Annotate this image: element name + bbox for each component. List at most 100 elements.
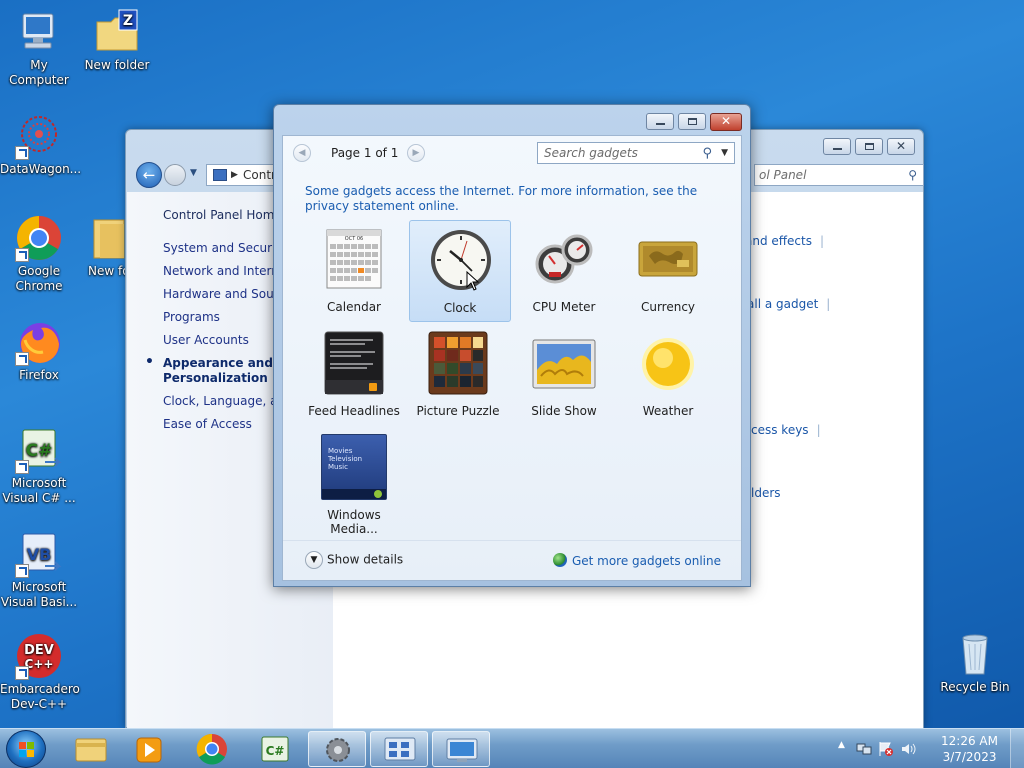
show-details-button[interactable]: ▼ Show details — [305, 551, 403, 569]
cp-link-folders[interactable]: lders — [751, 486, 781, 500]
cp-link-install-gadget[interactable]: all a gadget | — [747, 297, 830, 311]
computer-icon — [15, 8, 63, 56]
chevron-right-icon: ▶ — [412, 148, 420, 158]
shortcut-arrow-icon — [15, 460, 29, 474]
cp-search-input[interactable]: ol Panel ⚲ — [754, 164, 924, 186]
minimize-icon — [656, 123, 665, 125]
gadget-feed-headlines[interactable]: Feed Headlines — [303, 324, 405, 426]
weather-gadget-icon — [642, 338, 694, 390]
media-center-logo-icon — [374, 490, 382, 498]
datawagon-icon — [15, 112, 63, 160]
chrome-icon — [15, 214, 63, 262]
chrome-taskbar-button[interactable] — [183, 731, 241, 767]
search-icon: ⚲ — [908, 168, 917, 182]
gadget-cpu-meter[interactable]: CPU Meter — [513, 220, 615, 322]
gadget-calendar[interactable]: OCT 06 Calendar — [303, 220, 405, 322]
desktop-icon-label: Firefox — [19, 368, 59, 382]
gadgets-icon — [446, 738, 478, 762]
cp-close-button[interactable]: ✕ — [887, 138, 915, 155]
desktop-icon-visual-csharp[interactable]: C# Microsoft Visual C# ... — [0, 426, 78, 506]
gadget-label: CPU Meter — [532, 300, 596, 314]
explorer-taskbar-button[interactable] — [62, 731, 120, 767]
chevron-down-icon[interactable]: ▼ — [721, 143, 728, 163]
shortcut-arrow-icon — [15, 564, 29, 578]
devcpp-icon: DEV C++ — [15, 632, 63, 680]
action-center-flag-icon[interactable] — [878, 741, 894, 757]
folder-zip-icon: Z — [93, 8, 141, 56]
show-hidden-icons-icon[interactable]: ▲ — [838, 740, 854, 756]
cp-link-text: and effects — [745, 234, 812, 248]
gadget-currency[interactable]: Currency — [617, 220, 719, 322]
forward-button[interactable] — [164, 164, 186, 186]
gadget-search-input[interactable]: Search gadgets ⚲ ▼ — [537, 142, 735, 164]
gg-maximize-button[interactable] — [678, 113, 706, 130]
sidebar-item-appearance[interactable]: Appearance and Personalization — [145, 352, 273, 390]
desktop-icon-firefox[interactable]: Firefox — [0, 318, 78, 383]
gadget-label: Weather — [642, 404, 694, 418]
taskbar-clock[interactable]: 12:26 AM 3/7/2023 — [941, 733, 998, 765]
desktop-icon-label: New folder — [84, 58, 150, 72]
media-menu-item: Music — [328, 463, 348, 471]
next-page-button[interactable]: ▶ — [407, 144, 425, 162]
desktop-icon-label: My Computer — [9, 58, 69, 87]
gadget-weather[interactable]: Weather — [617, 324, 719, 426]
desktop-icon-new-folder[interactable]: Z New folder — [78, 8, 156, 73]
network-icon[interactable] — [856, 741, 872, 757]
gadgets-taskbar-button[interactable] — [432, 731, 490, 767]
svg-text:VB: VB — [27, 545, 52, 564]
page-indicator: Page 1 of 1 — [331, 146, 399, 160]
gg-close-button[interactable]: ✕ — [710, 113, 742, 131]
cp-link-text: lders — [751, 486, 781, 500]
start-button[interactable] — [6, 730, 46, 768]
cp-link-access-keys[interactable]: cess keys | — [751, 423, 821, 437]
desktop-icon-label: Google Chrome — [15, 264, 63, 293]
gadget-picture-puzzle[interactable]: Picture Puzzle — [407, 324, 509, 426]
csharp-icon: C# — [15, 426, 63, 474]
gg-title-buttons: ✕ — [646, 113, 742, 131]
calendar-gadget-icon: OCT 06 — [326, 229, 382, 289]
desktop-icon-recycle-bin[interactable]: Recycle Bin — [936, 630, 1014, 695]
vb-icon: VB — [15, 530, 63, 578]
maximize-icon — [865, 143, 874, 150]
volume-icon[interactable] — [900, 741, 916, 757]
gadget-gallery-body: ◀ Page 1 of 1 ▶ Search gadgets ⚲ ▼ Some … — [282, 135, 742, 581]
chevron-left-icon: ◀ — [298, 148, 306, 158]
desktop-icon-google-chrome[interactable]: Google Chrome — [0, 214, 78, 294]
internet-privacy-note[interactable]: Some gadgets access the Internet. For mo… — [305, 184, 715, 214]
cp-link-and-effects[interactable]: and effects | — [745, 234, 824, 248]
show-desktop-button[interactable] — [1010, 729, 1024, 768]
gadget-label: Slide Show — [531, 404, 597, 418]
gadget-label: Currency — [640, 300, 696, 314]
gg-minimize-button[interactable] — [646, 113, 674, 130]
cp-minimize-button[interactable] — [823, 138, 851, 155]
nav-history-dropdown-icon[interactable]: ▼ — [190, 168, 197, 178]
search-icon[interactable]: ⚲ — [702, 144, 712, 164]
firefox-icon — [15, 318, 63, 366]
control-panel-taskbar-button[interactable] — [370, 731, 428, 767]
gadget-label: Picture Puzzle — [416, 404, 500, 418]
get-more-gadgets-link[interactable]: Get more gadgets online — [552, 553, 721, 568]
folder-icon — [75, 738, 107, 762]
svg-text:DEV: DEV — [24, 643, 54, 658]
gadget-windows-media-center[interactable]: Movies Television Music Windows Media... — [303, 428, 405, 536]
desktop-icon-devcpp[interactable]: DEV C++ Embarcadero Dev-C++ — [0, 632, 80, 712]
desktop-icon-datawagon[interactable]: DataWagon... — [0, 112, 81, 177]
feed-headlines-gadget-icon — [324, 331, 384, 395]
desktop-icon-label: Microsoft Visual Basi... — [0, 580, 78, 609]
desktop-icon-visual-basic[interactable]: VB Microsoft Visual Basi... — [0, 530, 78, 610]
desktop-icon-my-computer[interactable]: My Computer — [0, 8, 78, 88]
gadget-slide-show[interactable]: Slide Show — [513, 324, 615, 426]
show-details-label: Show details — [327, 552, 404, 567]
csharp-taskbar-button[interactable]: C# — [246, 731, 304, 767]
back-button[interactable]: ← — [136, 162, 162, 188]
media-player-taskbar-button[interactable] — [120, 731, 178, 767]
desktop-icon-new-folder-2[interactable]: New fo — [72, 214, 132, 279]
cp-maximize-button[interactable] — [855, 138, 883, 155]
previous-page-button[interactable]: ◀ — [293, 144, 311, 162]
shortcut-arrow-icon — [15, 146, 29, 160]
settings-taskbar-button[interactable] — [308, 731, 366, 767]
gadget-clock[interactable]: Clock — [409, 220, 511, 322]
gadget-gallery-window[interactable]: ✕ ◀ Page 1 of 1 ▶ Search gadgets ⚲ ▼ Som… — [273, 104, 751, 587]
clock-time: 12:26 AM — [941, 734, 998, 748]
cpu-meter-gadget-icon — [535, 234, 593, 284]
